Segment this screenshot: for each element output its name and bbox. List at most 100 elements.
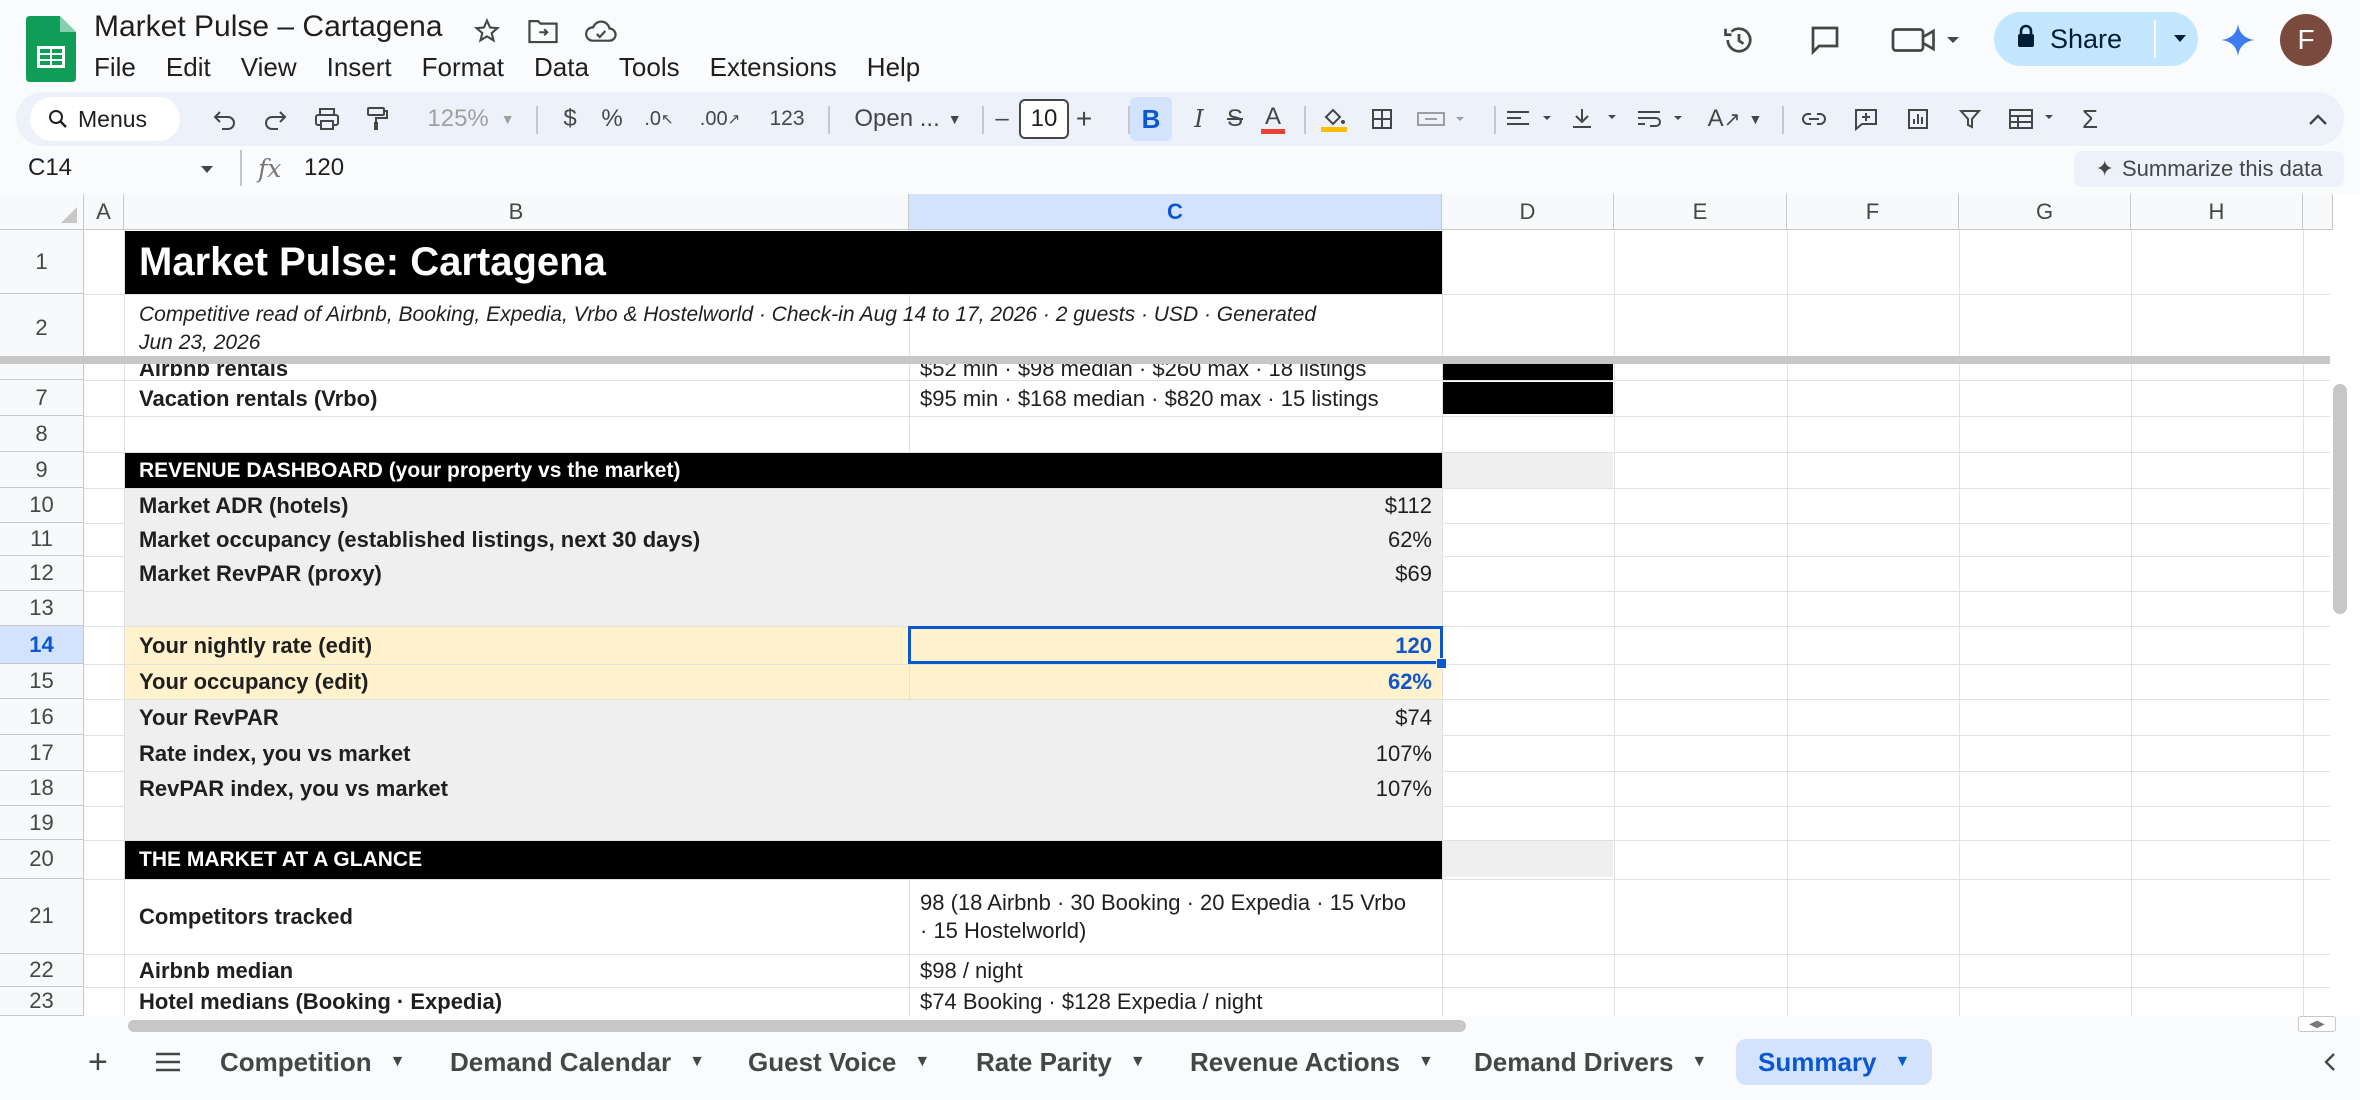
menu-edit[interactable]: Edit — [166, 52, 223, 83]
insert-chart-icon[interactable] — [1900, 92, 1936, 146]
vrbo-rentals-value[interactable]: $95 min · $168 median · $820 max · 15 li… — [910, 381, 1442, 416]
all-sheets-icon[interactable] — [140, 1039, 196, 1085]
percent-format-button[interactable]: % — [594, 92, 630, 146]
borders-icon[interactable] — [1364, 92, 1400, 146]
row-header-14[interactable]: 14 — [0, 626, 84, 664]
vrbo-rentals-label[interactable]: Vacation rentals (Vrbo) — [125, 381, 909, 416]
market-glance-header[interactable]: THE MARKET AT A GLANCE — [125, 841, 1442, 879]
market-revpar-label[interactable]: Market RevPAR (proxy) — [125, 557, 909, 591]
menu-tools[interactable]: Tools — [619, 52, 692, 83]
subtitle-cell[interactable]: Competitive read of Airbnb, Booking, Exp… — [125, 295, 1442, 362]
column-header-e[interactable]: E — [1614, 194, 1787, 230]
tab-demand-calendar[interactable]: Demand Calendar ▼ — [436, 1039, 719, 1085]
row-header-9[interactable]: 9 — [0, 452, 84, 488]
menu-data[interactable]: Data — [534, 52, 601, 83]
your-revpar-label[interactable]: Your RevPAR — [125, 700, 909, 735]
column-header-f[interactable]: F — [1787, 194, 1959, 230]
tab-menu-icon[interactable]: ▼ — [914, 1053, 930, 1071]
text-color-button[interactable]: A — [1256, 92, 1290, 146]
summarize-data-button[interactable]: ✦ Summarize this data — [2074, 151, 2344, 187]
row-header-19[interactable]: 19 — [0, 806, 84, 840]
column-header-g[interactable]: G — [1959, 194, 2131, 230]
zoom-select[interactable]: 125% ▼ — [416, 92, 526, 146]
market-occupancy-value[interactable]: 62% — [910, 524, 1442, 556]
column-header-b[interactable]: B — [124, 194, 909, 230]
grey-fill-cell-d9[interactable] — [1443, 453, 1613, 488]
redo-icon[interactable] — [256, 92, 294, 146]
menu-help[interactable]: Help — [867, 52, 932, 83]
tab-menu-icon[interactable]: ▼ — [390, 1053, 406, 1071]
row-header-8[interactable]: 8 — [0, 416, 84, 452]
formula-input[interactable]: 120 — [304, 154, 344, 182]
black-fill-cell-d6[interactable] — [1443, 362, 1613, 380]
spreadsheet-grid[interactable]: A B C D E F G H 1 2 7 8 9 10 11 12 13 14… — [0, 194, 2360, 1016]
merge-cells-icon[interactable] — [1414, 92, 1478, 146]
font-size-decrease-button[interactable]: – — [988, 92, 1016, 146]
scroll-arrows-icon[interactable]: ◀▶ — [2298, 1016, 2336, 1032]
your-nightly-rate-label[interactable]: Your nightly rate (edit) — [125, 627, 909, 664]
tab-guest-voice[interactable]: Guest Voice ▼ — [734, 1039, 944, 1085]
vertical-align-icon[interactable] — [1568, 92, 1630, 146]
rate-index-value[interactable]: 107% — [910, 736, 1442, 771]
market-adr-label[interactable]: Market ADR (hotels) — [125, 489, 909, 523]
cloud-saved-icon[interactable] — [584, 14, 618, 48]
row-header-6[interactable] — [0, 362, 84, 380]
sheets-logo-icon[interactable] — [26, 16, 76, 82]
row-header-15[interactable]: 15 — [0, 664, 84, 699]
tab-menu-icon[interactable]: ▼ — [689, 1053, 705, 1071]
revpar-index-value[interactable]: 107% — [910, 772, 1442, 806]
font-select[interactable]: Open ... ▼ — [842, 92, 974, 146]
more-formats-button[interactable]: 123 — [760, 92, 814, 146]
sheet-title-cell[interactable]: Market Pulse: Cartagena — [125, 231, 1442, 294]
insert-link-icon[interactable] — [1796, 92, 1832, 146]
fill-handle[interactable] — [1436, 658, 1447, 669]
row-header-12[interactable]: 12 — [0, 556, 84, 591]
share-button[interactable]: Share — [1994, 12, 2198, 66]
tab-rate-parity[interactable]: Rate Parity ▼ — [962, 1039, 1160, 1085]
collapse-toolbar-icon[interactable] — [2300, 92, 2336, 146]
horizontal-scrollbar-thumb[interactable] — [128, 1020, 1466, 1032]
tab-menu-icon[interactable]: ▼ — [1130, 1053, 1146, 1071]
airbnb-median-value[interactable]: $98 / night — [910, 955, 1442, 987]
name-box[interactable]: C14 — [28, 154, 72, 182]
airbnb-median-label[interactable]: Airbnb median — [125, 955, 909, 987]
tab-menu-icon[interactable]: ▼ — [1691, 1053, 1707, 1071]
avatar[interactable]: F — [2280, 14, 2332, 66]
column-header-h[interactable]: H — [2131, 194, 2303, 230]
move-folder-icon[interactable] — [526, 14, 560, 48]
star-icon[interactable] — [470, 14, 504, 48]
column-header-a[interactable]: A — [84, 194, 124, 230]
your-occupancy-label[interactable]: Your occupancy (edit) — [125, 665, 909, 699]
hotel-medians-label[interactable]: Hotel medians (Booking · Expedia) — [125, 988, 909, 1016]
revpar-index-label[interactable]: RevPAR index, you vs market — [125, 772, 909, 806]
black-fill-cell-d7[interactable] — [1443, 382, 1613, 414]
row-header-10[interactable]: 10 — [0, 488, 84, 523]
menu-file[interactable]: File — [94, 52, 148, 83]
row-header-21[interactable]: 21 — [0, 879, 84, 954]
bold-button[interactable]: B — [1130, 97, 1172, 141]
row-header-23[interactable]: 23 — [0, 987, 84, 1016]
text-wrapping-icon[interactable] — [1634, 92, 1696, 146]
table-view-icon[interactable] — [2006, 92, 2066, 146]
tab-revenue-actions[interactable]: Revenue Actions ▼ — [1176, 1039, 1448, 1085]
paint-format-icon[interactable] — [358, 92, 396, 146]
add-sheet-icon[interactable]: + — [74, 1039, 122, 1085]
row-header-1[interactable]: 1 — [0, 230, 84, 294]
menu-insert[interactable]: Insert — [327, 52, 404, 83]
revenue-dashboard-header[interactable]: REVENUE DASHBOARD (your property vs the … — [125, 453, 1442, 488]
grey-fill-cell-d20[interactable] — [1443, 841, 1613, 877]
row-header-20[interactable]: 20 — [0, 840, 84, 879]
row-header-11[interactable]: 11 — [0, 523, 84, 556]
document-title[interactable]: Market Pulse – Cartagena — [94, 10, 443, 44]
hotel-medians-value[interactable]: $74 Booking · $128 Expedia / night — [910, 988, 1442, 1016]
market-revpar-value[interactable]: $69 — [910, 557, 1442, 591]
row-header-22[interactable]: 22 — [0, 954, 84, 987]
tab-summary[interactable]: Summary ▼ — [1736, 1039, 1932, 1085]
row-header-2[interactable]: 2 — [0, 294, 84, 362]
meet-video-icon[interactable] — [1886, 14, 1966, 66]
horizontal-align-icon[interactable] — [1504, 92, 1564, 146]
menu-view[interactable]: View — [241, 52, 309, 83]
vertical-scrollbar-track[interactable] — [2330, 236, 2360, 1016]
your-revpar-value[interactable]: $74 — [910, 700, 1442, 735]
gemini-sparkle-icon[interactable] — [2218, 14, 2258, 66]
